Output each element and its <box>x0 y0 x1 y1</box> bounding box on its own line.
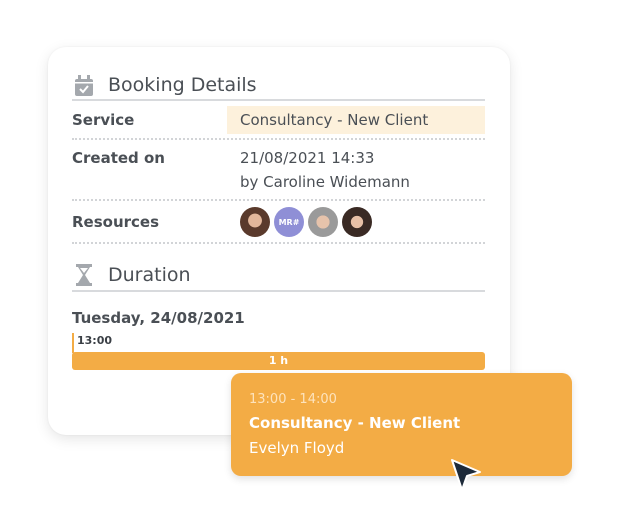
booking-tooltip: 13:00 - 14:00 Consultancy - New Client E… <box>231 373 572 476</box>
duration-title: Duration <box>108 264 191 286</box>
booking-bar[interactable]: 1 h <box>72 352 485 370</box>
divider <box>72 199 485 201</box>
tooltip-time: 13:00 - 14:00 <box>249 392 337 407</box>
tooltip-customer: Evelyn Floyd <box>249 439 345 457</box>
time-marker <box>72 333 74 353</box>
duration-date: Tuesday, 24/08/2021 <box>72 309 245 327</box>
resources-label: Resources <box>72 213 160 231</box>
created-on-label: Created on <box>72 149 165 167</box>
divider <box>72 138 485 140</box>
resource-avatar[interactable] <box>240 207 270 237</box>
tooltip-service: Consultancy - New Client <box>249 414 461 432</box>
divider <box>72 242 485 244</box>
start-time: 13:00 <box>77 334 113 347</box>
calendar-check-icon <box>75 75 93 96</box>
resource-avatar[interactable] <box>342 207 372 237</box>
service-value[interactable]: Consultancy - New Client <box>240 111 428 129</box>
hourglass-icon <box>76 264 92 286</box>
booking-details-title: Booking Details <box>108 74 257 96</box>
created-by: by Caroline Widemann <box>240 173 410 191</box>
resource-avatar-initials[interactable]: MR# <box>274 207 304 237</box>
cursor-arrow-icon <box>451 459 481 491</box>
service-label: Service <box>72 111 135 129</box>
resource-avatar[interactable] <box>308 207 338 237</box>
divider <box>72 99 485 101</box>
created-date: 21/08/2021 14:33 <box>240 149 375 167</box>
divider <box>72 290 485 292</box>
